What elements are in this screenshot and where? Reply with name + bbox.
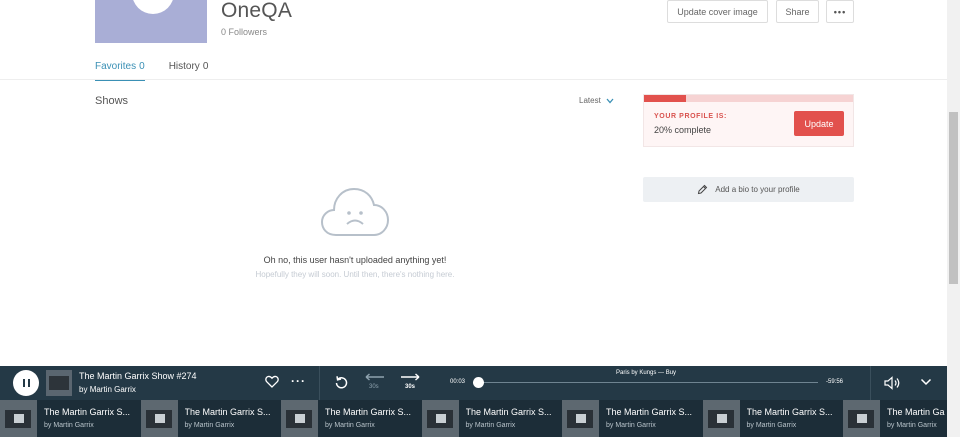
queue-item-artist: by Martin Garrix [606,422,656,429]
update-profile-button[interactable]: Update [794,111,844,136]
queue-item-title: The Martin Garrix S... [746,407,833,417]
sort-dropdown[interactable]: Latest [579,96,614,105]
artist-name: Martin Garrix [89,385,136,394]
share-button[interactable]: Share [776,0,819,23]
now-playing-artwork[interactable] [46,370,72,396]
queue-item-title: The Martin Garrix S... [184,407,271,417]
now-playing-title[interactable]: The Martin Garrix Show #274 [79,371,197,381]
add-bio-label: Add a bio to your profile [715,185,800,194]
player-more-button[interactable]: ··· [291,374,306,388]
pencil-icon [698,184,708,195]
profile-tabs: Favorites 0 History 0 [95,61,232,81]
sort-label: Latest [579,96,601,105]
queue-item-title: The Martin Garrix S... [606,407,693,417]
audio-player: The Martin Garrix Show #274 by Martin Ga… [0,366,947,400]
remaining-time: -59:56 [826,379,844,385]
pause-icon [27,379,30,387]
seek-handle[interactable] [473,377,485,388]
queue-item-artist: by Martin Garrix [746,422,797,429]
queue-item-artwork [702,400,740,437]
player-divider [319,366,320,400]
queue-item-artwork [843,400,880,437]
rewind-label: 30s [369,384,379,390]
queue-item-title: The Martin Ga [887,407,945,417]
current-time: 00:03 [450,379,466,385]
profile-name: OneQA [221,0,293,22]
tab-label: History [168,61,200,72]
queue-item[interactable]: The Martin Garrix S... by Martin Garrix [702,400,844,437]
artist-prefix: by [79,385,88,394]
add-bio-button[interactable]: Add a bio to your profile [643,177,854,202]
more-options-button[interactable]: ••• [826,0,854,23]
queue-item[interactable]: The Martin Garrix S... by Martin Garrix [281,400,422,437]
tab-count: 0 [139,61,145,72]
profile-cover-thumbnail [95,0,207,43]
shows-heading: Shows [95,95,129,107]
queue-item-artist: by Martin Garrix [44,422,94,429]
avatar [132,0,174,14]
queue-item-title: The Martin Garrix S... [465,407,552,417]
page-scrollbar[interactable] [947,0,960,366]
queue-item-artist: by Martin Garrix [887,422,937,429]
now-playing-track[interactable]: Paris by Kungs — Buy [616,370,676,376]
profile-completion-value: 20% complete [654,125,712,135]
heart-icon[interactable] [265,375,279,388]
chevron-down-icon[interactable] [920,378,932,386]
queue-item[interactable]: The Martin Garrix S... by Martin Garrix [421,400,563,437]
followers-count[interactable]: 0 Followers [221,27,267,37]
sad-cloud-icon [320,187,390,236]
queue-item-title: The Martin Garrix S... [44,407,131,417]
queue-item-artwork [281,400,318,437]
profile-completion-label: YOUR PROFILE IS: [654,113,727,120]
queue-item-artist: by Martin Garrix [325,422,375,429]
empty-state: Oh no, this user hasn't uploaded anythin… [215,185,495,279]
tab-history[interactable]: History 0 [169,61,209,81]
queue-item[interactable]: The Martin Garrix S... by Martin Garrix [140,400,282,437]
chevron-down-icon [606,98,614,103]
now-playing-artist[interactable]: by Martin Garrix [79,385,136,394]
queue-item[interactable]: The Martin Ga by Martin Garrix [843,400,947,437]
queue-item[interactable]: The Martin Garrix S... by Martin Garrix [562,400,703,437]
pause-button[interactable] [13,370,39,396]
empty-state-subtitle: Hopefully they will soon. Until then, th… [255,270,455,279]
seek-bar[interactable] [478,382,818,383]
update-cover-button[interactable]: Update cover image [667,0,768,23]
empty-state-title: Oh no, this user hasn't uploaded anythin… [263,255,447,265]
queue-item-artwork [421,400,459,437]
up-next-queue: The Martin Garrix S... by Martin Garrix Th… [0,400,947,437]
queue-item-artwork [562,400,599,437]
tab-count: 0 [202,61,209,72]
profile-progress-fill [644,95,686,102]
scrollbar-track [947,366,960,437]
player-divider [870,366,871,400]
tabs-divider [0,79,947,80]
volume-icon[interactable] [884,376,902,390]
forward-label: 30s [405,384,416,390]
queue-item-artwork [140,400,178,437]
scrollbar-thumb[interactable] [949,112,958,284]
queue-item[interactable]: The Martin Garrix S... by Martin Garrix [0,400,141,437]
queue-item-artist: by Martin Garrix [465,422,516,429]
queue-item-artist: by Martin Garrix [184,422,235,429]
pause-icon [22,379,25,387]
replay-icon[interactable] [333,375,349,391]
tab-label: Favorites [95,61,137,72]
profile-completion-card: YOUR PROFILE IS: 20% complete Update [643,94,854,147]
queue-item-artwork [0,400,37,437]
profile-progress-bar [644,95,853,102]
tab-favorites[interactable]: Favorites 0 [95,61,145,81]
queue-item-title: The Martin Garrix S... [325,407,412,417]
